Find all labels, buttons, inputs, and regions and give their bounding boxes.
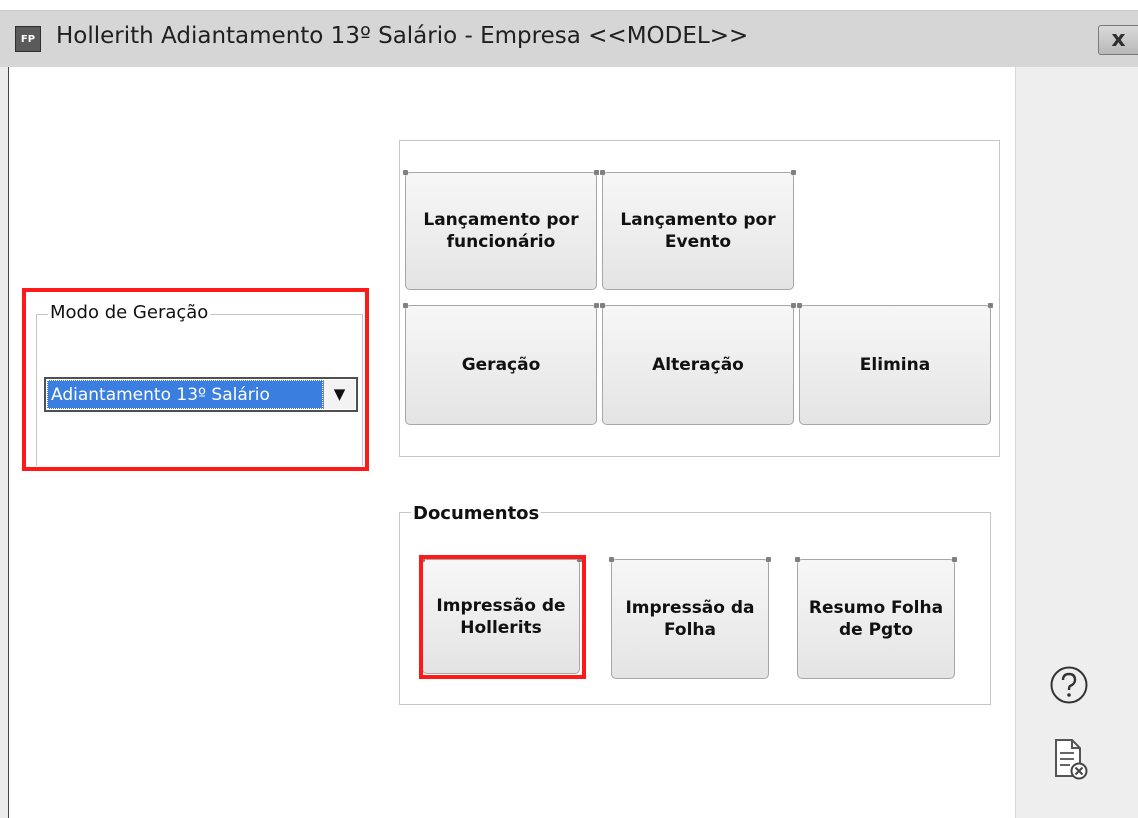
impressao-hollerits-highlight [419, 555, 586, 679]
title-bar[interactable]: FP Hollerith Adiantamento 13º Salário - … [0, 10, 1138, 67]
help-icon[interactable] [1049, 665, 1089, 705]
impressao-folha-button[interactable]: Impressão da Folha [609, 557, 771, 679]
resumo-folha-button[interactable]: Resumo Folha de Pgto [795, 557, 957, 679]
elimina-button[interactable]: Elimina [797, 303, 993, 425]
window: FP Hollerith Adiantamento 13º Salário - … [0, 0, 1138, 818]
alteracao-button[interactable]: Alteração [600, 303, 796, 425]
modo-geracao-highlight [22, 288, 369, 471]
lancamento-funcionario-button[interactable]: Lançamento por funcionário [403, 170, 599, 290]
documentos-label: Documentos [411, 503, 542, 525]
lancamento-evento-button[interactable]: Lançamento por Evento [600, 170, 796, 290]
close-button[interactable]: x [1098, 25, 1138, 55]
app-icon: FP [15, 26, 41, 52]
document-close-icon[interactable] [1050, 738, 1090, 782]
left-border [0, 67, 9, 818]
geracao-button[interactable]: Geração [403, 303, 599, 425]
side-toolbar [1015, 67, 1138, 818]
window-title: Hollerith Adiantamento 13º Salário - Emp… [56, 23, 749, 49]
